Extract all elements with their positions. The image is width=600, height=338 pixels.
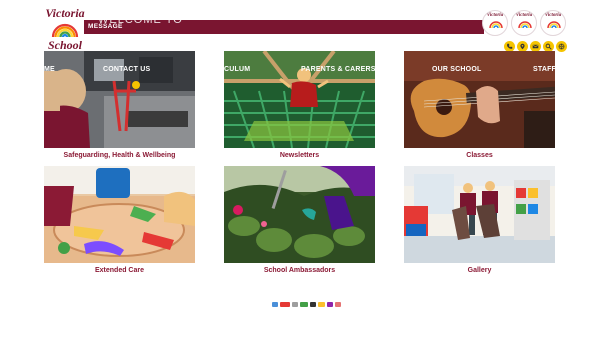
rainbow-icon — [489, 21, 503, 29]
nav-item-parents-carers-info[interactable]: PARENTS & CARERS INFO — [301, 66, 395, 73]
tile-image[interactable] — [44, 166, 195, 263]
translate-icon[interactable] — [556, 41, 567, 52]
tile-image[interactable] — [404, 166, 555, 263]
tile-gallery[interactable]: Gallery — [404, 166, 555, 274]
award-badges: Victoria Victoria Victoria — [482, 10, 566, 36]
nav-item-curriculum[interactable]: CULUM — [224, 66, 250, 73]
tile-extended-care[interactable]: Extended Care — [44, 166, 195, 274]
sand-play-photo — [44, 166, 195, 263]
accreditation-logo — [280, 302, 290, 307]
award-badge: Victoria — [511, 10, 537, 36]
nav-item-staff[interactable]: STAFF — [533, 66, 556, 73]
award-badge: Victoria — [540, 10, 566, 36]
accreditation-logos — [272, 302, 341, 307]
nav-item-our-school[interactable]: OUR SCHOOL — [432, 66, 481, 73]
nav-item-home[interactable]: ME — [44, 66, 55, 73]
rainbow-icon — [51, 23, 79, 38]
award-badge: Victoria — [482, 10, 508, 36]
tile-label[interactable]: Gallery — [404, 267, 555, 274]
tile-image[interactable] — [224, 166, 375, 263]
tile-label[interactable]: Newsletters — [224, 152, 375, 159]
school-logo[interactable]: Victoria School — [42, 6, 88, 54]
accreditation-logo — [300, 302, 308, 307]
accreditation-logo — [327, 302, 333, 307]
tile-label[interactable]: School Ambassadors — [224, 267, 375, 274]
tile-label[interactable]: Safeguarding, Health & Wellbeing — [44, 152, 195, 159]
main-nav: ME CONTACT US CULUM PARENTS & CARERS INF… — [0, 66, 600, 76]
rainbow-icon — [547, 21, 561, 29]
rainbow-icon — [518, 21, 532, 29]
accreditation-logo — [292, 302, 298, 307]
tile-label[interactable]: Classes — [404, 152, 555, 159]
accreditation-logo — [310, 302, 316, 307]
accreditation-logo — [318, 302, 325, 307]
hobby-horse-photo — [404, 166, 555, 263]
garden-photo — [224, 166, 375, 263]
tile-school-ambassadors[interactable]: School Ambassadors — [224, 166, 375, 274]
accreditation-logo — [272, 302, 278, 307]
message-link[interactable]: MESSAGE — [88, 23, 123, 30]
tile-label[interactable]: Extended Care — [44, 267, 195, 274]
nav-item-contact-us[interactable]: CONTACT US — [103, 66, 150, 73]
accreditation-logo — [335, 302, 341, 307]
logo-word-top: Victoria — [45, 6, 85, 20]
